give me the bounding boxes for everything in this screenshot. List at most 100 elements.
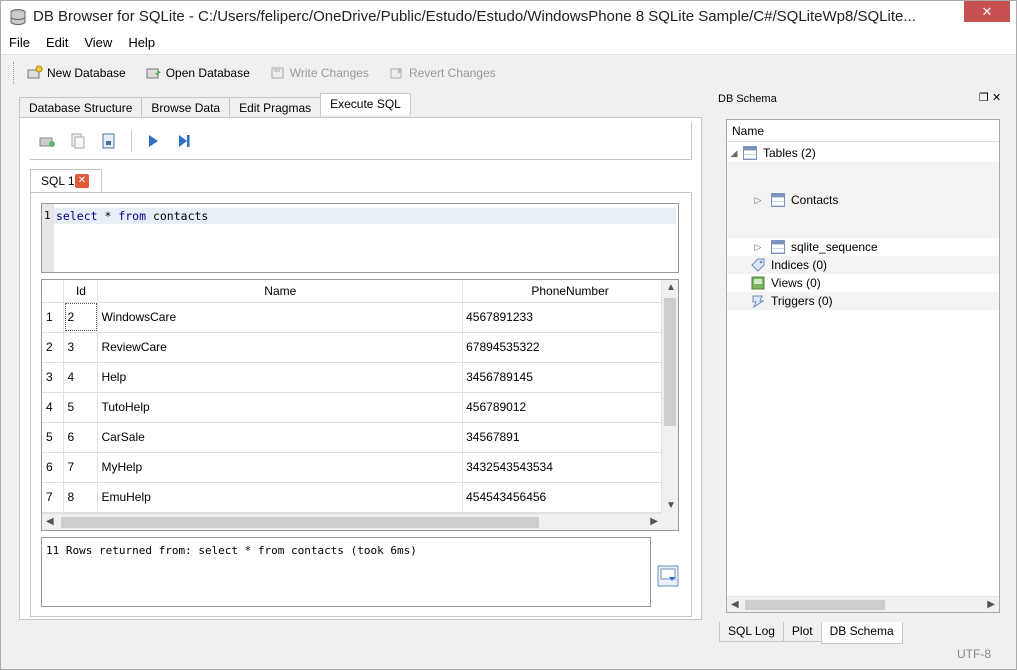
query-text: *	[97, 209, 119, 223]
cell-id[interactable]: 7	[63, 452, 99, 483]
scroll-left-icon[interactable]: ◀	[731, 599, 739, 611]
cell-name[interactable]: WindowsCare	[97, 302, 464, 333]
results-grid[interactable]: Id Name PhoneNumber 1 2 WindowsCare 4567…	[41, 279, 679, 531]
tree-item-triggers[interactable]: Triggers (0)	[727, 292, 999, 310]
sql-editor-tab[interactable]: SQL 1 ✕	[30, 169, 102, 192]
expand-icon[interactable]: ▷	[751, 242, 765, 253]
save-sql-file-icon[interactable]	[100, 132, 118, 150]
close-window-button[interactable]: ✕	[964, 1, 1010, 22]
sql-query-line[interactable]: select * from contacts	[54, 208, 676, 224]
schema-tree[interactable]: Name ◢ Tables (2) ▷ Contacts ▷ sqlite_se…	[726, 119, 1000, 613]
horizontal-scroll-thumb[interactable]	[745, 600, 885, 610]
revert-changes-button[interactable]: Revert Changes	[389, 65, 496, 81]
table-row[interactable]: 5 6 CarSale 34567891	[42, 422, 678, 453]
execute-all-icon[interactable]	[144, 132, 162, 150]
horizontal-scroll-thumb[interactable]	[61, 517, 539, 528]
expand-icon[interactable]: ▷	[751, 195, 765, 206]
schema-horizontal-scrollbar[interactable]: ◀ ▶	[727, 596, 999, 612]
triggers-label: Triggers (0)	[771, 294, 833, 308]
row-number[interactable]: 7	[42, 482, 65, 513]
export-results-icon[interactable]	[657, 565, 679, 587]
cell-name[interactable]: Help	[97, 362, 464, 393]
float-dock-icon[interactable]: ❐	[979, 92, 989, 104]
scroll-right-icon[interactable]: ▶	[650, 516, 658, 528]
open-tab-icon[interactable]	[38, 132, 56, 150]
column-header-phonenumber[interactable]: PhoneNumber	[462, 280, 678, 303]
table-row[interactable]: 1 2 WindowsCare 4567891233	[42, 302, 678, 333]
menu-file[interactable]: File	[1, 32, 38, 54]
tab-browse-data[interactable]: Browse Data	[141, 97, 231, 118]
menu-view[interactable]: View	[76, 32, 120, 54]
cell-phonenumber[interactable]: 4567891233	[462, 302, 678, 333]
cell-name[interactable]: EmuHelp	[97, 482, 464, 513]
scroll-left-icon[interactable]: ◀	[46, 516, 54, 528]
results-vertical-scrollbar[interactable]: ▲ ▼	[661, 280, 678, 514]
revert-changes-label: Revert Changes	[408, 65, 496, 80]
tab-plot[interactable]: Plot	[782, 622, 822, 642]
cell-id[interactable]: 6	[63, 422, 99, 453]
tab-db-schema[interactable]: DB Schema	[820, 622, 903, 644]
open-sql-file-icon[interactable]	[69, 132, 87, 150]
tab-sql-log[interactable]: SQL Log	[719, 622, 784, 642]
tree-item-sqlite-sequence[interactable]: ▷ sqlite_sequence	[727, 238, 999, 256]
dock-title: DB Schema	[718, 93, 777, 105]
table-row[interactable]: 4 5 TutoHelp 456789012	[42, 392, 678, 423]
vertical-scroll-thumb[interactable]	[664, 298, 676, 426]
tree-item-indices[interactable]: Indices (0)	[727, 256, 999, 274]
cell-id[interactable]: 8	[63, 482, 99, 513]
open-database-button[interactable]: Open Database	[146, 65, 250, 81]
cell-id[interactable]: 3	[63, 332, 99, 363]
cell-name[interactable]: TutoHelp	[97, 392, 464, 423]
close-tab-icon[interactable]: ✕	[75, 174, 89, 188]
tree-item-views[interactable]: Views (0)	[727, 274, 999, 292]
table-row[interactable]: 2 3 ReviewCare 67894535322	[42, 332, 678, 363]
table-row[interactable]: 7 8 EmuHelp 454543456456	[42, 482, 678, 513]
column-header-name[interactable]: Name	[97, 280, 464, 303]
column-header-id[interactable]: Id	[63, 280, 99, 303]
cell-phonenumber[interactable]: 3456789145	[462, 362, 678, 393]
row-number[interactable]: 1	[42, 302, 65, 333]
scroll-down-icon[interactable]: ▼	[666, 500, 676, 512]
schema-column-header[interactable]: Name	[727, 120, 999, 142]
tab-database-structure[interactable]: Database Structure	[19, 97, 143, 118]
menu-help[interactable]: Help	[120, 32, 163, 54]
toolbar-grip[interactable]	[13, 61, 17, 84]
row-number[interactable]: 4	[42, 392, 65, 423]
toolbar-separator	[131, 129, 132, 152]
tab-edit-pragmas[interactable]: Edit Pragmas	[229, 97, 322, 118]
close-dock-icon[interactable]: ✕	[992, 92, 1001, 104]
collapse-icon[interactable]: ◢	[727, 148, 741, 159]
results-horizontal-scrollbar[interactable]: ◀ ▶	[42, 513, 662, 530]
cell-id[interactable]: 2	[63, 302, 99, 333]
new-database-button[interactable]: New Database	[27, 65, 126, 81]
cell-phonenumber[interactable]: 3432543543534	[462, 452, 678, 483]
tree-item-tables[interactable]: ◢ Tables (2)	[727, 144, 999, 162]
results-table: Id Name PhoneNumber 1 2 WindowsCare 4567…	[42, 280, 678, 513]
dock-controls: ❐ ✕	[979, 91, 1001, 104]
table-row[interactable]: 3 4 Help 3456789145	[42, 362, 678, 393]
new-database-icon	[27, 65, 43, 81]
cell-id[interactable]: 5	[63, 392, 99, 423]
scroll-right-icon[interactable]: ▶	[987, 599, 995, 611]
menu-edit[interactable]: Edit	[38, 32, 76, 54]
cell-id[interactable]: 4	[63, 362, 99, 393]
row-number[interactable]: 5	[42, 422, 65, 453]
execute-line-icon[interactable]	[175, 132, 193, 150]
cell-name[interactable]: ReviewCare	[97, 332, 464, 363]
cell-name[interactable]: MyHelp	[97, 452, 464, 483]
tree-item-contacts[interactable]: ▷ Contacts	[727, 162, 999, 238]
scroll-up-icon[interactable]: ▲	[666, 282, 676, 294]
sql-editor[interactable]: 1 select * from contacts	[41, 203, 679, 273]
write-changes-button[interactable]: Write Changes	[270, 65, 369, 81]
cell-phonenumber[interactable]: 67894535322	[462, 332, 678, 363]
cell-phonenumber[interactable]: 454543456456	[462, 482, 678, 513]
cell-name[interactable]: CarSale	[97, 422, 464, 453]
cell-phonenumber[interactable]: 456789012	[462, 392, 678, 423]
tab-execute-sql[interactable]: Execute SQL	[320, 93, 411, 115]
row-number[interactable]: 2	[42, 332, 65, 363]
row-number[interactable]: 6	[42, 452, 65, 483]
table-row[interactable]: 6 7 MyHelp 3432543543534	[42, 452, 678, 483]
row-number[interactable]: 3	[42, 362, 65, 393]
cell-phonenumber[interactable]: 34567891	[462, 422, 678, 453]
scrollbar-corner	[661, 513, 678, 530]
